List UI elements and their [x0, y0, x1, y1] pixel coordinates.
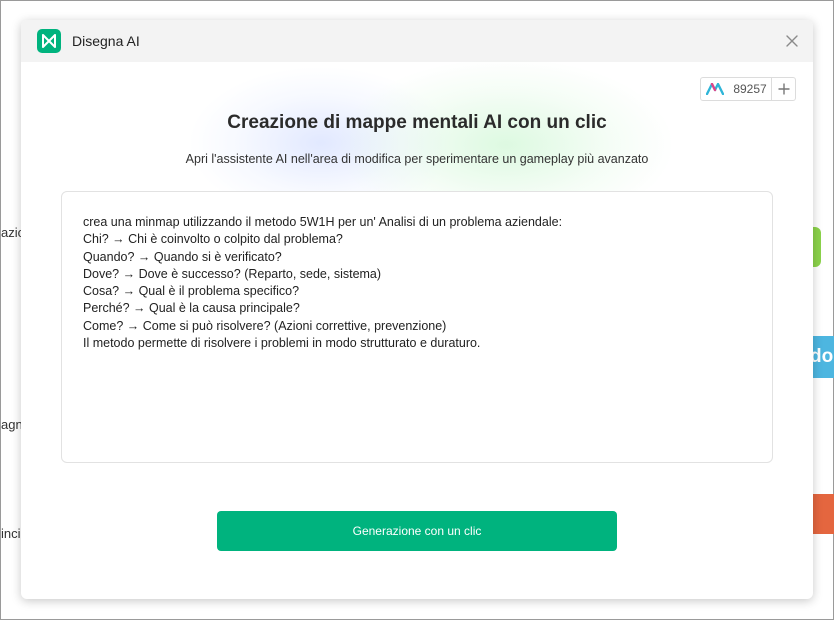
mindmap-logo-icon: [37, 29, 61, 53]
prompt-line: Perché? → Qual è la causa principale?: [83, 301, 300, 316]
close-icon: [786, 35, 798, 47]
prompt-line: Come? → Come si può risolvere? (Azioni c…: [83, 318, 447, 333]
prompt-line: Quando? → Quando si è verificato?: [83, 249, 282, 264]
ai-draw-dialog: Disegna AI 89257 Creazione di mappe ment…: [21, 20, 813, 599]
prompt-line: crea una minmap utilizzando il metodo 5W…: [83, 215, 563, 229]
bg-node-text: inci: [1, 526, 21, 541]
credits-widget: 89257: [700, 77, 796, 101]
credits-logo-icon: [701, 78, 729, 100]
prompt-textarea[interactable]: crea una minmap utilizzando il metodo 5W…: [61, 191, 773, 463]
add-credits-button[interactable]: [771, 78, 795, 100]
generate-button[interactable]: Generazione con un clic: [217, 511, 617, 551]
plus-icon: [778, 83, 789, 95]
page-subtitle: Apri l'assistente AI nell'area di modifi…: [185, 152, 649, 166]
prompt-line: Il metodo permette di risolvere i proble…: [83, 336, 481, 351]
page-title: Creazione di mappe mentali AI con un cli…: [227, 112, 607, 133]
dialog-title: Disegna AI: [72, 33, 140, 49]
prompt-line: Chi? → Chi è coinvolto o colpito dal pro…: [83, 232, 343, 247]
bg-node-orange: [813, 494, 834, 534]
credits-count: 89257: [733, 82, 767, 96]
bg-node-text: agn: [1, 417, 23, 432]
close-button[interactable]: [783, 32, 801, 50]
prompt-line: Dove? → Dove è successo? (Reparto, sede,…: [83, 266, 382, 281]
prompt-line: Cosa? → Qual è il problema specifico?: [83, 284, 300, 299]
bg-node-blue-text: do: [810, 346, 834, 367]
dialog-titlebar: Disegna AI: [21, 20, 813, 62]
